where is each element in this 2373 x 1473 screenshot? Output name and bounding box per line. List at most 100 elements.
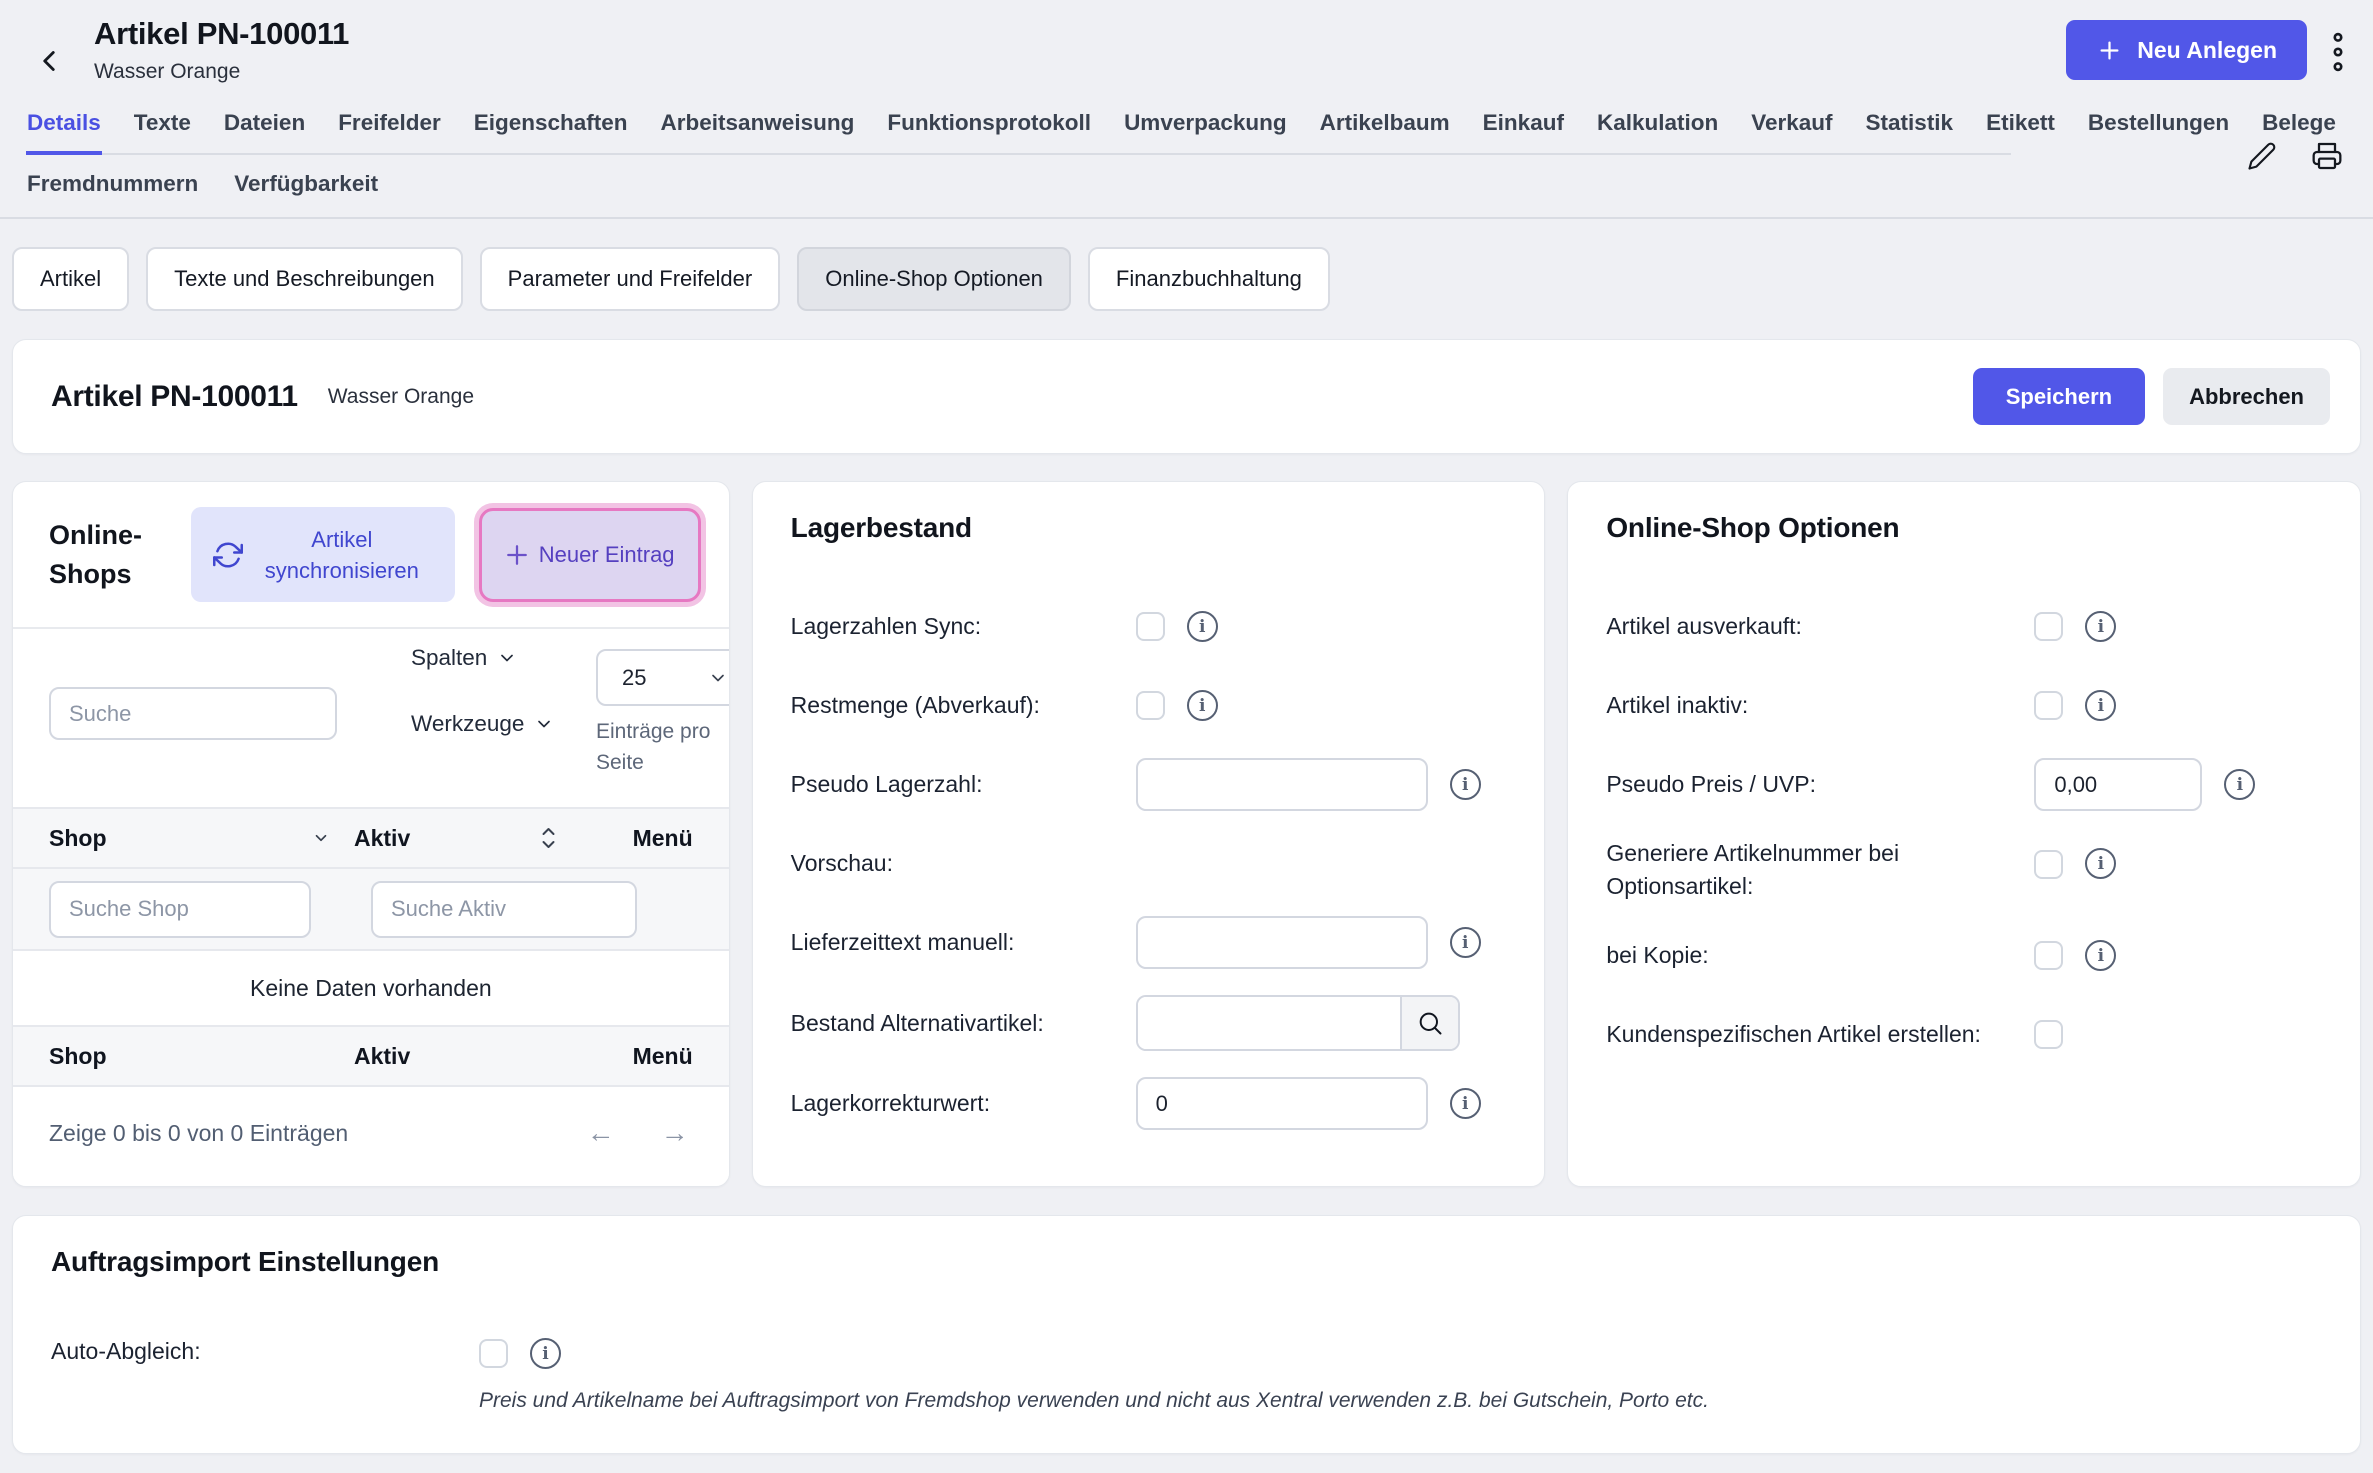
field-label: Artikel ausverkauft: — [1606, 610, 2034, 643]
info-icon[interactable]: i — [2085, 848, 2116, 879]
topbar: Artikel PN-100011 Wasser Orange Neu Anle… — [0, 0, 2373, 100]
chevron-down-icon — [708, 668, 728, 688]
tab-funktionsprotokoll[interactable]: Funktionsprotokoll — [886, 100, 1092, 155]
col-menu-label: Menü — [603, 825, 693, 852]
info-icon[interactable]: i — [1450, 927, 1481, 958]
shops-toolbar: Spalten Werkzeuge 25 — [13, 629, 729, 807]
info-icon[interactable]: i — [2085, 690, 2116, 721]
tab-einkauf[interactable]: Einkauf — [1482, 100, 1565, 155]
chevron-left-icon — [32, 44, 66, 78]
tab-statistik[interactable]: Statistik — [1865, 100, 1955, 155]
artikel-ausverkauft-checkbox[interactable] — [2034, 612, 2063, 641]
sync-articles-label: Artikel synchronisieren — [251, 524, 433, 586]
tab-eigenschaften[interactable]: Eigenschaften — [473, 100, 629, 155]
page-size-value: 25 — [622, 665, 646, 691]
tab-details[interactable]: Details — [26, 100, 102, 155]
tabs-row-1: Details Texte Dateien Freifelder Eigensc… — [26, 100, 2011, 155]
edit-button[interactable] — [2247, 141, 2277, 171]
bestand-alternativartikel-input[interactable] — [1138, 997, 1400, 1049]
next-page-arrow-icon[interactable]: → — [661, 1117, 689, 1149]
auto-abgleich-checkbox[interactable] — [479, 1339, 508, 1368]
save-button[interactable]: Speichern — [1973, 368, 2145, 425]
tab-freifelder[interactable]: Freifelder — [337, 100, 442, 155]
columns-dropdown-label: Spalten — [411, 645, 487, 671]
online-shops-title: Online-Shops — [49, 516, 167, 594]
tools-dropdown[interactable]: Werkzeuge — [411, 711, 554, 737]
info-icon[interactable]: i — [1450, 1088, 1481, 1119]
tab-dateien[interactable]: Dateien — [223, 100, 306, 155]
shop-options-panel: Online-Shop Optionen Artikel ausverkauft… — [1567, 481, 2361, 1187]
tab-fremdnummern[interactable]: Fremdnummern — [26, 155, 199, 217]
columns-dropdown[interactable]: Spalten — [411, 645, 517, 671]
new-entry-label: Neuer Eintrag — [536, 539, 678, 570]
search-input[interactable] — [49, 687, 337, 740]
lagerzahlen-sync-checkbox[interactable] — [1136, 612, 1165, 641]
stock-panel: Lagerbestand Lagerzahlen Sync: i Restmen… — [752, 481, 1546, 1187]
cancel-button[interactable]: Abbrechen — [2163, 368, 2330, 425]
field-label: Artikel inaktiv: — [1606, 689, 2034, 722]
tab-bestellungen[interactable]: Bestellungen — [2087, 100, 2230, 155]
plus-icon — [502, 540, 532, 570]
new-entry-button[interactable]: Neuer Eintrag — [479, 508, 701, 602]
info-icon[interactable]: i — [1187, 690, 1218, 721]
pill-finanzbuchhaltung[interactable]: Finanzbuchhaltung — [1088, 247, 1330, 311]
lieferzeittext-input[interactable] — [1136, 916, 1428, 969]
bei-kopie-checkbox[interactable] — [2034, 941, 2063, 970]
tools-dropdown-label: Werkzeuge — [411, 711, 524, 737]
info-icon[interactable]: i — [1187, 611, 1218, 642]
filter-shop-input[interactable] — [49, 881, 311, 938]
tab-verkauf[interactable]: Verkauf — [1750, 100, 1833, 155]
info-icon[interactable]: i — [1450, 769, 1481, 800]
col-menu-label: Menü — [603, 1043, 693, 1070]
pill-texte-und-beschreibungen[interactable]: Texte und Beschreibungen — [146, 247, 463, 311]
back-button[interactable] — [26, 38, 72, 84]
col-aktiv-label: Aktiv — [354, 825, 410, 852]
sort-updown-icon[interactable] — [540, 825, 557, 851]
kundenspezifischen-artikel-checkbox[interactable] — [2034, 1020, 2063, 1049]
generiere-artikelnummer-checkbox[interactable] — [2034, 850, 2063, 879]
page-size-select[interactable]: 25 — [596, 649, 730, 706]
pill-artikel[interactable]: Artikel — [12, 247, 129, 311]
table-empty-message: Keine Daten vorhanden — [13, 951, 729, 1025]
article-search-button[interactable] — [1400, 997, 1458, 1049]
pseudo-lagerzahl-input[interactable] — [1136, 758, 1428, 811]
pill-online-shop-optionen[interactable]: Online-Shop Optionen — [797, 247, 1071, 311]
tab-arbeitsanweisung[interactable]: Arbeitsanweisung — [660, 100, 856, 155]
col-aktiv-label: Aktiv — [354, 1043, 410, 1070]
new-create-button[interactable]: Neu Anlegen — [2066, 20, 2307, 80]
sort-desc-icon[interactable] — [312, 829, 330, 847]
lagerkorrekturwert-input[interactable] — [1136, 1077, 1428, 1130]
restmenge-checkbox[interactable] — [1136, 691, 1165, 720]
sync-articles-button[interactable]: Artikel synchronisieren — [191, 507, 455, 602]
info-icon[interactable]: i — [530, 1338, 561, 1369]
pseudo-preis-input[interactable] — [2034, 758, 2202, 811]
field-label: Bestand Alternativartikel: — [791, 1007, 1136, 1040]
auto-abgleich-note: Preis und Artikelname bei Auftragsimport… — [479, 1389, 1709, 1413]
tab-texte[interactable]: Texte — [133, 100, 192, 155]
info-icon[interactable]: i — [2224, 769, 2255, 800]
pencil-icon — [2247, 141, 2277, 171]
prev-page-arrow-icon[interactable]: ← — [587, 1117, 615, 1149]
tabs-area: Details Texte Dateien Freifelder Eigensc… — [0, 100, 2373, 219]
pill-parameter-und-freifelder[interactable]: Parameter und Freifelder — [480, 247, 781, 311]
kebab-menu-button[interactable] — [2331, 32, 2345, 72]
tab-artikelbaum[interactable]: Artikelbaum — [1319, 100, 1451, 155]
tabs-row-2: Fremdnummern Verfügbarkeit — [0, 155, 2373, 219]
filter-aktiv-input[interactable] — [371, 881, 637, 938]
stock-panel-title: Lagerbestand — [791, 512, 1507, 544]
field-label: Pseudo Preis / UVP: — [1606, 768, 2034, 801]
print-button[interactable] — [2311, 140, 2343, 172]
section-pills: Artikel Texte und Beschreibungen Paramet… — [0, 219, 2373, 311]
tab-etikett[interactable]: Etikett — [1985, 100, 2056, 155]
tab-umverpackung[interactable]: Umverpackung — [1123, 100, 1288, 155]
info-icon[interactable]: i — [2085, 940, 2116, 971]
tab-verfuegbarkeit[interactable]: Verfügbarkeit — [233, 155, 379, 217]
order-import-panel: Auftragsimport Einstellungen Auto-Abglei… — [12, 1215, 2361, 1454]
chevron-down-icon — [497, 648, 517, 668]
tab-kalkulation[interactable]: Kalkulation — [1596, 100, 1719, 155]
sync-icon — [213, 540, 243, 570]
info-icon[interactable]: i — [2085, 611, 2116, 642]
artikel-inaktiv-checkbox[interactable] — [2034, 691, 2063, 720]
table-footer-header-row: Shop Aktiv Menü — [13, 1025, 729, 1087]
new-create-label: Neu Anlegen — [2137, 37, 2277, 64]
